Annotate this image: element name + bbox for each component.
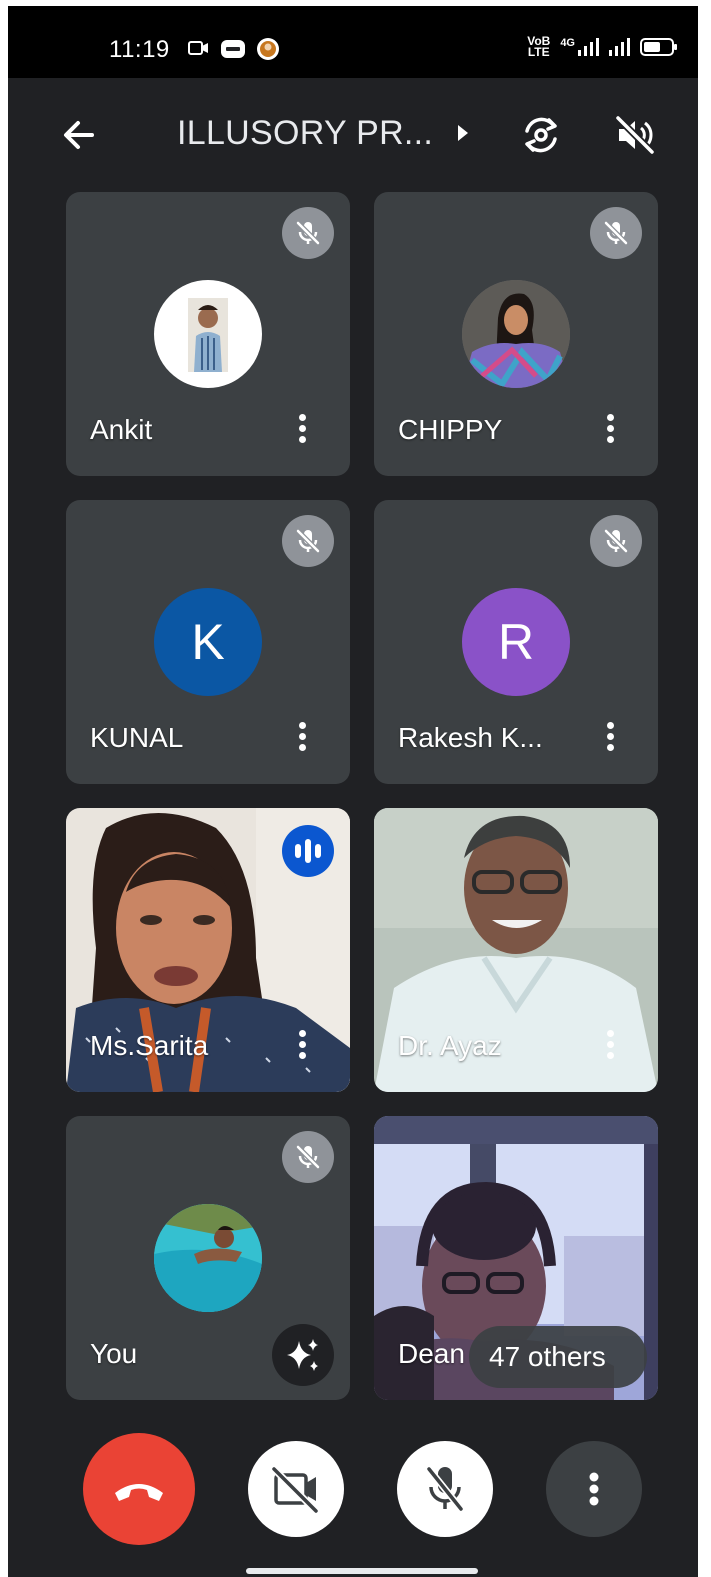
status-bar: 11:19 VoB LTE 4G [8,6,698,78]
mic-off-icon [296,221,320,245]
more-vert-icon[interactable] [596,408,626,448]
sparkle-icon [287,1339,318,1371]
volte-indicator: VoB LTE [527,34,551,59]
speaker-off-icon[interactable] [612,112,658,158]
mic-off-indicator [590,207,642,259]
mic-off-icon [604,529,628,553]
avatar-letter: R [462,588,570,696]
end-call-icon [115,1484,163,1501]
participant-name: Ankit [90,414,153,445]
mic-off-icon [604,221,628,245]
video-camera-icon [188,41,208,55]
more-vert-icon [589,1472,599,1506]
end-call-button[interactable] [83,1433,195,1545]
mic-off-icon [296,529,320,553]
participant-tile-kunal[interactable]: K KUNAL [66,500,350,784]
caret-right-icon[interactable] [458,125,468,141]
signal-icon [609,38,630,56]
more-vert-icon[interactable] [288,408,318,448]
avatar [154,280,262,388]
more-vert-icon[interactable] [596,1024,626,1064]
app-avatar-icon [257,38,279,60]
participant-tile-ayaz[interactable]: Dr. Ayaz [374,808,658,1092]
home-indicator[interactable] [246,1568,478,1574]
more-vert-icon[interactable] [288,1024,318,1064]
more-vert-icon[interactable] [596,716,626,756]
mic-off-indicator [282,207,334,259]
participant-name: Dr. Ayaz [398,1030,502,1061]
camera-toggle-button[interactable] [248,1441,344,1537]
participant-tile-sarita[interactable]: Ms.Sarita [66,808,350,1092]
participant-tile-chippy[interactable]: CHIPPY [374,192,658,476]
battery-icon [640,38,677,56]
avatar [154,1204,262,1312]
switch-camera-icon[interactable] [518,112,564,158]
status-time: 11:19 [109,36,170,63]
participant-tile-you[interactable]: You [66,1116,350,1400]
speaking-indicator [282,825,334,877]
participant-name: You [90,1338,138,1369]
status-right: VoB LTE 4G [527,34,677,59]
mic-toggle-button[interactable] [397,1441,493,1537]
meeting-header: ILLUSORY PR... [8,94,698,174]
mic-off-icon [426,1466,464,1512]
arrow-back-icon[interactable] [58,114,100,156]
others-count: 47 others [489,1341,606,1372]
mic-off-indicator [590,515,642,567]
meet-screen: 11:19 VoB LTE 4G ILLUSORY PR... Ankit CH… [8,6,698,1577]
participant-name: Rakesh K... [398,722,543,753]
effects-button[interactable] [272,1324,334,1386]
others-chip[interactable]: 47 others [469,1326,647,1388]
app-badge-icon [221,40,245,58]
participant-tile-rakesh[interactable]: R Rakesh K... [374,500,658,784]
participant-name: CHIPPY [398,414,503,445]
mic-off-indicator [282,1131,334,1183]
participant-name: KUNAL [90,722,184,753]
participant-tile-ankit[interactable]: Ankit [66,192,350,476]
participant-name: Dean [398,1338,465,1369]
mic-off-indicator [282,515,334,567]
camera-off-icon [271,1466,319,1514]
participant-name: Ms.Sarita [90,1030,209,1061]
more-options-button[interactable] [546,1441,642,1537]
participant-tile-dean[interactable]: Dean 47 others [374,1116,658,1400]
more-vert-icon[interactable] [288,716,318,756]
avatar-letter: K [154,588,262,696]
signal-icon: 4G [560,38,599,56]
meeting-title[interactable]: ILLUSORY PR... [177,114,433,153]
mic-off-icon [296,1145,320,1169]
avatar [462,280,570,388]
